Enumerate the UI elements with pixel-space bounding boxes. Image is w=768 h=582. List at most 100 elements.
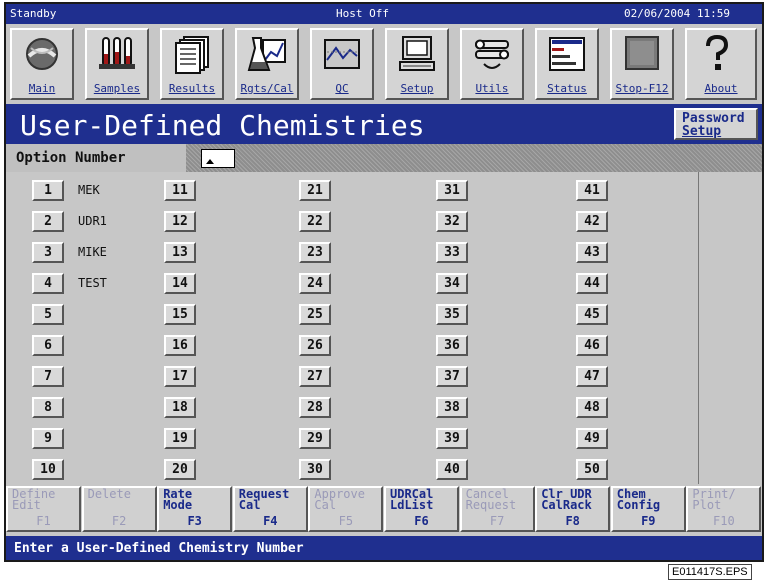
chemistry-number-button[interactable]: 8 — [32, 397, 64, 418]
chemistry-number-button[interactable]: 20 — [164, 459, 196, 480]
samples-button[interactable]: Samples — [85, 28, 149, 100]
chemistry-number-button[interactable]: 33 — [436, 242, 468, 263]
reagents-flask-icon — [247, 37, 286, 71]
status-button[interactable]: Status — [535, 28, 599, 100]
chemistry-number-button[interactable]: 13 — [164, 242, 196, 263]
chemistry-number-button[interactable]: 26 — [299, 335, 331, 356]
chemistry-number-button[interactable]: 43 — [576, 242, 608, 263]
page-header: User-Defined Chemistries Password Setup — [6, 104, 762, 144]
chemistry-number-button[interactable]: 19 — [164, 428, 196, 449]
chemistry-number-button[interactable]: 38 — [436, 397, 468, 418]
chemistry-number-button[interactable]: 30 — [299, 459, 331, 480]
chemistry-number-button[interactable]: 45 — [576, 304, 608, 325]
function-key-f6[interactable]: UDRCal LdList F6 — [384, 486, 459, 532]
function-key-label: Clr UDR CalRack — [541, 487, 592, 512]
chemistry-number-button[interactable]: 1 — [32, 180, 64, 201]
chemistry-number-button[interactable]: 9 — [32, 428, 64, 449]
chemistry-number-button[interactable]: 14 — [164, 273, 196, 294]
chemistry-number-button[interactable]: 28 — [299, 397, 331, 418]
setup-computer-icon — [399, 36, 435, 71]
chemistry-number-button[interactable]: 47 — [576, 366, 608, 387]
chemistry-number-button[interactable]: 6 — [32, 335, 64, 356]
setup-label: Setup — [400, 82, 434, 95]
samples-tubes-icon — [99, 37, 135, 69]
chemistry-number-button[interactable]: 34 — [436, 273, 468, 294]
option-number-label: Option Number — [16, 150, 126, 166]
chemistry-number-button[interactable]: 17 — [164, 366, 196, 387]
chemistry-number-button[interactable]: 37 — [436, 366, 468, 387]
chemistry-number-button[interactable]: 18 — [164, 397, 196, 418]
chemistry-number-button[interactable]: 49 — [576, 428, 608, 449]
caret-up-icon — [206, 159, 214, 164]
chemistry-number-button[interactable]: 31 — [436, 180, 468, 201]
status-bars-icon — [549, 37, 585, 71]
chemistry-number-button[interactable]: 15 — [164, 304, 196, 325]
chemistry-number-button[interactable]: 10 — [32, 459, 64, 480]
chemistry-number-button[interactable]: 48 — [576, 397, 608, 418]
chemistry-name: MIKE — [78, 245, 107, 259]
utils-wrench-icon — [475, 39, 509, 69]
chemistry-number-button[interactable]: 21 — [299, 180, 331, 201]
function-key-f3[interactable]: Rate Mode F3 — [157, 486, 233, 532]
function-key-code: F1 — [36, 514, 51, 528]
setup-button[interactable]: Setup — [385, 28, 449, 100]
function-key-f4[interactable]: Request Cal F4 — [232, 486, 308, 532]
chemistry-number-button[interactable]: 44 — [576, 273, 608, 294]
function-key-label: Print/ Plot — [692, 487, 736, 512]
chemistry-number-button[interactable]: 42 — [576, 211, 608, 232]
function-key-label: Request Cal — [238, 487, 290, 512]
chemistry-number-button[interactable]: 29 — [299, 428, 331, 449]
password-setup-button[interactable]: Password Setup — [674, 108, 758, 140]
analyzer-screen: Standby Host Off 02/06/2004 11:59 Main S… — [4, 2, 764, 562]
stop-button[interactable]: Stop-F12 — [610, 28, 674, 100]
function-key-code: F9 — [641, 514, 656, 528]
about-label: About — [704, 82, 738, 95]
function-key-f1[interactable]: Define Edit F1 — [6, 486, 81, 532]
function-key-code: F10 — [713, 514, 735, 528]
stop-square-icon — [625, 36, 659, 70]
reagents-calibration-button[interactable]: Rgts/Cal — [235, 28, 299, 100]
chemistry-number-button[interactable]: 7 — [32, 366, 64, 387]
chemistry-number-button[interactable]: 5 — [32, 304, 64, 325]
chemistry-number-button[interactable]: 27 — [299, 366, 331, 387]
chemistry-number-button[interactable]: 36 — [436, 335, 468, 356]
main-button[interactable]: Main — [10, 28, 74, 100]
chemistry-number-button[interactable]: 50 — [576, 459, 608, 480]
function-key-code: F8 — [565, 514, 580, 528]
about-button[interactable]: About — [685, 28, 757, 100]
status-bar: Enter a User-Defined Chemistry Number — [6, 536, 762, 560]
function-key-f7[interactable]: Cancel Request F7 — [459, 486, 535, 532]
utils-label: Utils — [475, 82, 509, 95]
function-key-f5[interactable]: Approve Cal F5 — [308, 486, 384, 532]
function-key-code: F7 — [489, 514, 505, 528]
utils-button[interactable]: Utils — [460, 28, 524, 100]
chemistry-number-button[interactable]: 3 — [32, 242, 64, 263]
chemistry-number-button[interactable]: 39 — [436, 428, 468, 449]
chemistry-number-button[interactable]: 40 — [436, 459, 468, 480]
chemistry-number-button[interactable]: 22 — [299, 211, 331, 232]
results-button[interactable]: Results — [160, 28, 224, 100]
chemistry-number-button[interactable]: 46 — [576, 335, 608, 356]
stop-label: Stop-F12 — [615, 82, 669, 95]
chemistry-number-button[interactable]: 35 — [436, 304, 468, 325]
chemistry-number-button[interactable]: 25 — [299, 304, 331, 325]
chemistry-number-button[interactable]: 41 — [576, 180, 608, 201]
chemistry-number-button[interactable]: 23 — [299, 242, 331, 263]
function-key-f2[interactable]: Delete F2 — [81, 486, 157, 532]
chemistry-number-button[interactable]: 12 — [164, 211, 196, 232]
function-key-f9[interactable]: Chem Config F9 — [610, 486, 686, 532]
chemistry-number-button[interactable]: 24 — [299, 273, 331, 294]
chemistry-number-button[interactable]: 16 — [164, 335, 196, 356]
function-key-f8[interactable]: Clr UDR CalRack F8 — [535, 486, 611, 532]
chemistry-number-button[interactable]: 4 — [32, 273, 64, 294]
status-message: Enter a User-Defined Chemistry Number — [14, 541, 304, 556]
main-toolbar: Main Samples Results Rgts/Cal QC Setup U… — [6, 24, 762, 102]
samples-label: Samples — [93, 82, 141, 95]
function-key-f10[interactable]: Print/ Plot F10 — [686, 486, 762, 532]
qc-button[interactable]: QC — [310, 28, 374, 100]
chemistry-number-button[interactable]: 2 — [32, 211, 64, 232]
option-number-input[interactable] — [201, 149, 235, 168]
chemistry-number-button[interactable]: 11 — [164, 180, 196, 201]
function-key-code: F6 — [414, 514, 429, 528]
chemistry-number-button[interactable]: 32 — [436, 211, 468, 232]
